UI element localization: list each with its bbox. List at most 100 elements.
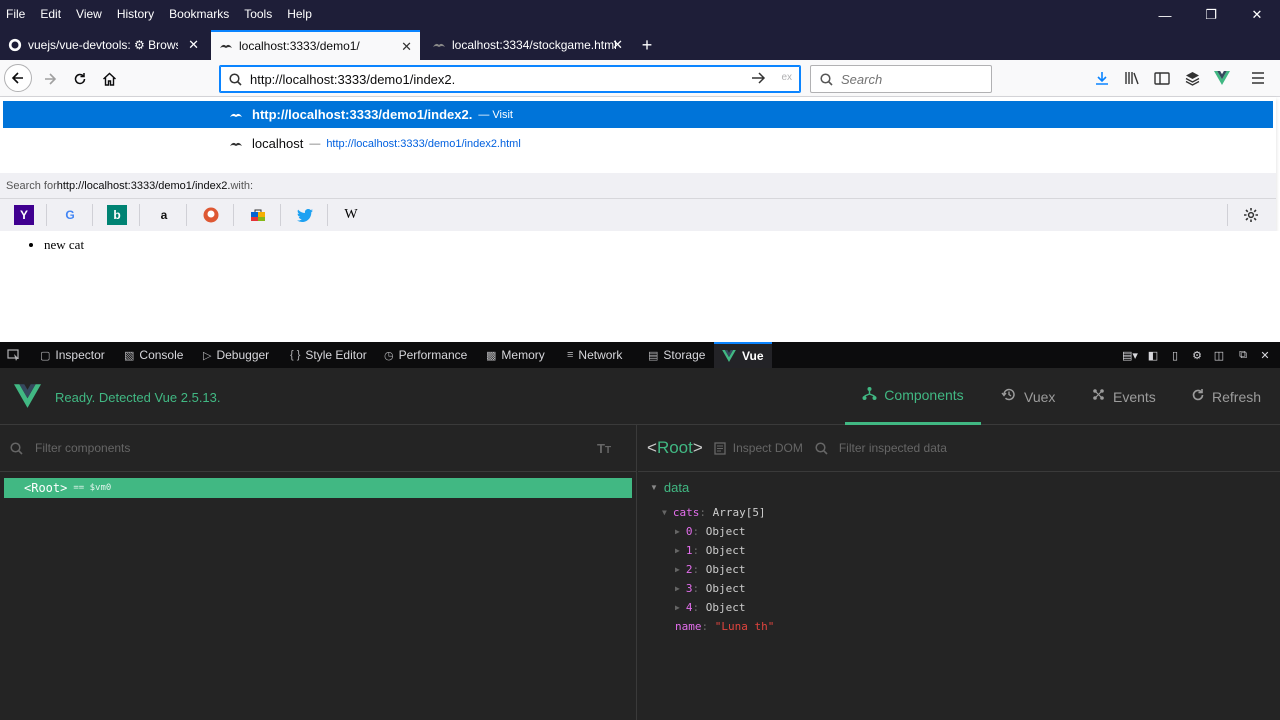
list-item: new cat: [44, 237, 84, 253]
menu-edit[interactable]: Edit: [40, 7, 61, 21]
tab-demo1[interactable]: localhost:3333/demo1/ ✕: [211, 30, 420, 60]
tab-performance[interactable]: ◷ Performance: [384, 342, 467, 368]
tab-storage[interactable]: ▤ Storage: [648, 342, 705, 368]
close-icon[interactable]: ✕: [612, 37, 623, 53]
minimize-button[interactable]: —: [1142, 0, 1188, 30]
ebay-icon[interactable]: [248, 205, 268, 225]
search-input[interactable]: Search: [841, 72, 882, 87]
separate-window-icon[interactable]: ⧉: [1235, 347, 1251, 363]
expand-arrow-icon: ▶: [675, 602, 680, 612]
yahoo-icon[interactable]: Y: [14, 205, 34, 225]
twitter-icon[interactable]: [295, 205, 315, 225]
tab-stockgame[interactable]: localhost:3334/stockgame.html ✕: [424, 30, 631, 60]
inspect-dom-button[interactable]: Inspect DOM: [733, 441, 803, 455]
refresh-icon: [1191, 388, 1205, 406]
data-section-header[interactable]: ▼ data: [650, 478, 689, 496]
menu-bar: File Edit View History Bookmarks Tools H…: [6, 7, 327, 21]
expand-arrow-icon: ▶: [675, 564, 680, 574]
tab-label: Memory: [501, 348, 545, 362]
page-content: new cat: [0, 231, 1280, 342]
wikipedia-icon[interactable]: W: [341, 205, 361, 225]
gear-icon[interactable]: [1241, 205, 1261, 225]
downloads-icon[interactable]: [1093, 69, 1111, 87]
menu-view[interactable]: View: [76, 7, 102, 21]
data-row-item[interactable]: ▶ 0: Object: [675, 522, 745, 540]
split-console-icon[interactable]: ◧: [1145, 347, 1161, 363]
suggestion-localhost[interactable]: localhost — http://localhost:3333/demo1/…: [229, 130, 521, 157]
go-arrow-icon[interactable]: [751, 71, 766, 88]
component-root-row[interactable]: <Root> == $vm0: [4, 478, 632, 498]
tab-events[interactable]: Events: [1091, 368, 1156, 425]
close-window-button[interactable]: ✕: [1234, 0, 1280, 30]
library-icon[interactable]: [1123, 69, 1141, 87]
tab-console[interactable]: ▧ Console: [124, 342, 183, 368]
close-devtools-icon[interactable]: ✕: [1257, 347, 1273, 363]
vue-devtools-icon[interactable]: [1213, 69, 1231, 87]
dock-side-icon[interactable]: ◫: [1211, 347, 1227, 363]
close-icon[interactable]: ✕: [188, 37, 199, 53]
data-value: "Luna th": [714, 619, 775, 633]
tab-memory[interactable]: ▩ Memory: [486, 342, 545, 368]
suggestion-selected[interactable]: http://localhost:3333/demo1/index2. — Vi…: [3, 101, 1273, 128]
responsive-mode-icon[interactable]: ▯: [1167, 347, 1183, 363]
mustache-icon: [229, 136, 243, 151]
data-row-item[interactable]: ▶ 4: Object: [675, 598, 745, 616]
menu-help[interactable]: Help: [287, 7, 312, 21]
search-icon: [10, 441, 23, 455]
back-button[interactable]: [4, 64, 32, 92]
data-row-item[interactable]: ▶ 3: Object: [675, 579, 745, 597]
restore-button[interactable]: ❐: [1188, 0, 1234, 30]
tab-vue[interactable]: Vue: [714, 342, 772, 368]
filter-components-input[interactable]: Filter components: [35, 441, 130, 455]
search-bar[interactable]: Search: [810, 65, 992, 93]
data-key: 1: [685, 543, 693, 557]
forward-button[interactable]: [36, 65, 64, 93]
bing-icon[interactable]: b: [107, 205, 127, 225]
search-suffix: with:: [230, 179, 254, 192]
window-controls: — ❐ ✕: [1142, 0, 1280, 30]
tab-inspector[interactable]: ▢ Inspector: [40, 342, 105, 368]
home-button[interactable]: [95, 65, 123, 93]
duckduckgo-icon[interactable]: [201, 205, 221, 225]
network-icon: ≡: [567, 349, 574, 361]
mustache-icon: [432, 38, 446, 52]
braces-icon: { }: [290, 349, 301, 361]
tab-label: Network: [578, 348, 623, 362]
layers-icon[interactable]: [1183, 69, 1201, 87]
filter-components-bar: Filter components TT: [0, 425, 636, 472]
tab-vuex[interactable]: Vuex: [1001, 368, 1055, 425]
tab-devtools[interactable]: vuejs/vue-devtools: ⚙ Browse ✕: [0, 30, 207, 60]
menu-history[interactable]: History: [117, 7, 154, 21]
tab-style-editor[interactable]: { } Style Editor: [290, 342, 367, 368]
data-row-item[interactable]: ▶ 1: Object: [675, 541, 745, 559]
history-icon: [1001, 387, 1017, 406]
url-input[interactable]: http://localhost:3333/demo1/index2.: [250, 72, 455, 87]
sidebar-icon[interactable]: [1153, 69, 1171, 87]
dock-options-icon[interactable]: ▤▾: [1119, 347, 1141, 363]
data-row-cats[interactable]: ▼ cats: Array[5]: [662, 503, 766, 521]
google-icon[interactable]: G: [60, 205, 80, 225]
amazon-icon[interactable]: a: [154, 205, 174, 225]
data-row-item[interactable]: ▶ 2: Object: [675, 560, 745, 578]
tab-components[interactable]: Components: [845, 368, 981, 425]
reload-button[interactable]: [66, 65, 94, 93]
text-format-icon[interactable]: TT: [597, 441, 611, 456]
data-row-name[interactable]: name: "Luna th": [675, 617, 774, 635]
data-key: 4: [685, 600, 693, 614]
settings-gear-icon[interactable]: ⚙: [1189, 347, 1205, 363]
menu-file[interactable]: File: [6, 7, 25, 21]
url-bar[interactable]: http://localhost:3333/demo1/index2. ex: [219, 65, 801, 93]
close-icon[interactable]: ✕: [401, 39, 412, 55]
reload-icon: [74, 73, 86, 85]
refresh-button[interactable]: Refresh: [1191, 368, 1261, 425]
hamburger-menu-icon[interactable]: [1249, 69, 1267, 87]
menu-tools[interactable]: Tools: [244, 7, 272, 21]
tab-label: Events: [1113, 388, 1156, 405]
tab-network[interactable]: ≡ Network: [567, 342, 622, 368]
tab-debugger[interactable]: ▷ Debugger: [203, 342, 269, 368]
menu-bookmarks[interactable]: Bookmarks: [169, 7, 229, 21]
tab-label: Performance: [398, 348, 468, 362]
filter-data-input[interactable]: Filter inspected data: [839, 441, 947, 455]
pick-element-button[interactable]: [7, 342, 21, 368]
new-tab-button[interactable]: +: [637, 35, 657, 55]
